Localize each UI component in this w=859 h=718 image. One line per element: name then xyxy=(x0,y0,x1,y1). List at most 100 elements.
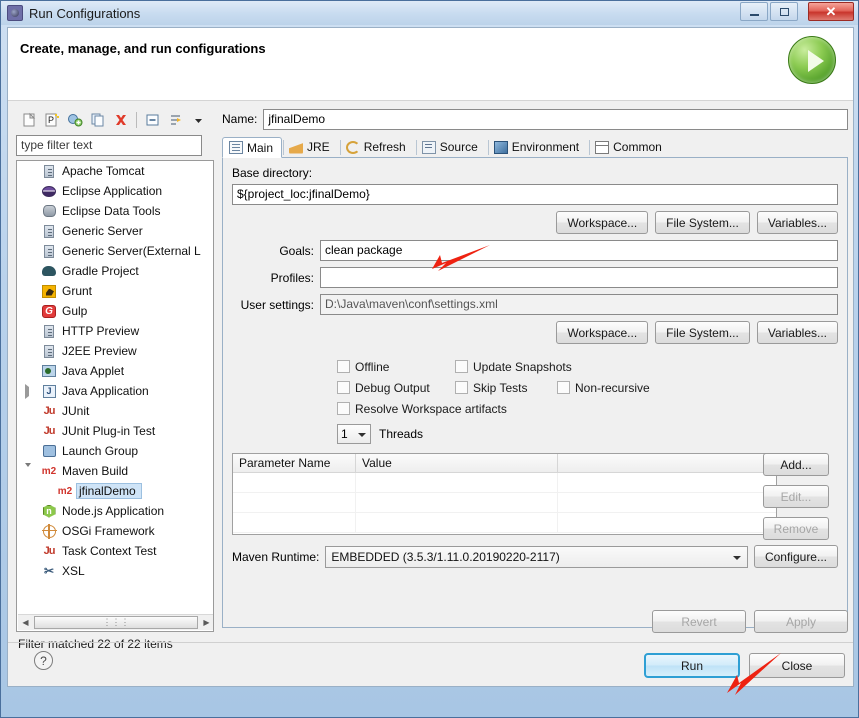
tab-label: Common xyxy=(613,140,662,154)
tab-common[interactable]: Common xyxy=(588,136,671,157)
checkbox-box-skip-tests[interactable] xyxy=(455,381,468,394)
checkbox-debug-output[interactable]: Debug Output xyxy=(337,381,455,395)
base-directory-browse-buttons: Workspace... File System... Variables... xyxy=(232,211,838,234)
tree-item-junit[interactable]: Ju JUnit xyxy=(17,401,213,421)
apply-button[interactable]: Apply xyxy=(754,610,848,633)
tree-item-http-preview[interactable]: HTTP Preview xyxy=(17,321,213,341)
jre-tab-icon xyxy=(289,143,304,154)
column-header-value[interactable]: Value xyxy=(356,454,558,472)
checkbox-box-debug-output[interactable] xyxy=(337,381,350,394)
checkbox-resolve-workspace-artifacts[interactable]: Resolve Workspace artifacts xyxy=(337,402,507,416)
tab-jre[interactable]: JRE xyxy=(282,136,339,157)
tab-source[interactable]: Source xyxy=(415,136,487,157)
tree-item-jfinaldemo[interactable]: m2 jfinalDemo xyxy=(17,481,213,501)
workspace-button-bottom[interactable]: Workspace... xyxy=(556,321,649,344)
tree-item-xsl[interactable]: ✂ XSL xyxy=(17,561,213,581)
run-configurations-window: Run Configurations ✕ Create, manage, and… xyxy=(0,0,859,718)
column-header-extra[interactable] xyxy=(558,454,776,472)
tree-item-maven-build[interactable]: m2 Maven Build xyxy=(17,461,213,481)
tree-horizontal-scrollbar[interactable]: ◀ ⋮⋮⋮ ▶ xyxy=(18,614,213,630)
checkbox-box-offline[interactable] xyxy=(337,360,350,373)
tree-item-grunt[interactable]: Grunt xyxy=(17,281,213,301)
tree-item-launch-group[interactable]: Launch Group xyxy=(17,441,213,461)
tree-item-generic-server[interactable]: Generic Server xyxy=(17,221,213,241)
scroll-right-arrow[interactable]: ▶ xyxy=(199,615,213,630)
threads-label: Threads xyxy=(379,426,424,441)
tree-item-eclipse-application[interactable]: Eclipse Application xyxy=(17,181,213,201)
parameter-table[interactable]: Parameter Name Value xyxy=(232,453,777,535)
configurations-panel: P type filter text Apache Tomcat Eclipse… xyxy=(16,108,216,678)
checkbox-non-recursive[interactable]: Non-recursive xyxy=(557,381,650,395)
scroll-left-arrow[interactable]: ◀ xyxy=(18,615,33,630)
view-menu-chevron-icon[interactable] xyxy=(188,110,209,130)
tab-label: Source xyxy=(439,140,478,154)
close-button[interactable]: Close xyxy=(749,653,845,678)
close-window-button[interactable]: ✕ xyxy=(808,2,854,21)
tree-item-j2ee-preview[interactable]: J2EE Preview xyxy=(17,341,213,361)
table-row[interactable] xyxy=(233,493,776,513)
twisty-expanded-icon[interactable] xyxy=(25,462,34,476)
workspace-button-top[interactable]: Workspace... xyxy=(556,211,649,234)
variables-button-top[interactable]: Variables... xyxy=(756,211,838,234)
profiles-input[interactable] xyxy=(320,267,838,288)
goals-input[interactable]: clean package xyxy=(320,240,838,261)
checkbox-update-snapshots[interactable]: Update Snapshots xyxy=(455,360,572,374)
tree-item-eclipse-data-tools[interactable]: Eclipse Data Tools xyxy=(17,201,213,221)
duplicate-icon[interactable] xyxy=(87,110,108,130)
edit-parameter-button[interactable]: Edit... xyxy=(763,485,829,508)
tree-item-task-context-test[interactable]: Ju Task Context Test xyxy=(17,541,213,561)
new-prototype-icon[interactable]: P xyxy=(41,110,62,130)
delete-icon[interactable] xyxy=(110,110,131,130)
filter-icon[interactable] xyxy=(165,110,186,130)
tree-item-node-js-application[interactable]: n Node.js Application xyxy=(17,501,213,521)
tree-item-gulp[interactable]: G Gulp xyxy=(17,301,213,321)
tree-item-java-application[interactable]: J Java Application xyxy=(17,381,213,401)
tree-item-label: Apache Tomcat xyxy=(62,164,145,178)
goals-row: Goals: clean package xyxy=(232,240,838,261)
name-input[interactable]: jfinalDemo xyxy=(263,108,848,130)
goals-label: Goals: xyxy=(279,243,314,258)
new-from-prototype-icon[interactable] xyxy=(64,110,85,130)
configurations-toolbar: P xyxy=(16,108,216,132)
tree-item-apache-tomcat[interactable]: Apache Tomcat xyxy=(17,161,213,181)
file-system-button-top[interactable]: File System... xyxy=(655,211,750,234)
filter-input[interactable]: type filter text xyxy=(16,135,202,156)
tab-label: Main xyxy=(247,140,274,155)
checkbox-skip-tests[interactable]: Skip Tests xyxy=(455,381,557,395)
user-settings-row: User settings: D:\Java\maven\conf\settin… xyxy=(232,294,838,315)
tree-item-osgi-framework[interactable]: OSGi Framework xyxy=(17,521,213,541)
twisty-collapsed-icon[interactable] xyxy=(25,383,34,399)
remove-parameter-button[interactable]: Remove xyxy=(763,517,829,540)
tree-item-java-applet[interactable]: Java Applet xyxy=(17,361,213,381)
tree-item-generic-server-external-l[interactable]: Generic Server(External L xyxy=(17,241,213,261)
collapse-all-icon[interactable] xyxy=(142,110,163,130)
add-parameter-button[interactable]: Add... xyxy=(763,453,829,476)
table-row[interactable] xyxy=(233,473,776,493)
minimize-button[interactable] xyxy=(740,2,768,21)
checkbox-box-resolve-workspace-artifacts[interactable] xyxy=(337,402,350,415)
configurations-tree[interactable]: Apache Tomcat Eclipse Application Eclipse … xyxy=(16,160,214,632)
table-row[interactable] xyxy=(233,513,776,533)
base-directory-input[interactable]: ${project_loc:jfinalDemo} xyxy=(232,184,838,205)
checkbox-box-update-snapshots[interactable] xyxy=(455,360,468,373)
tab-environment[interactable]: Environment xyxy=(487,136,588,157)
revert-button[interactable]: Revert xyxy=(652,610,746,633)
threads-select[interactable]: 1 xyxy=(337,423,371,444)
tab-main[interactable]: Main xyxy=(222,137,283,158)
user-settings-input[interactable]: D:\Java\maven\conf\settings.xml xyxy=(320,294,838,315)
tree-item-gradle-project[interactable]: Gradle Project xyxy=(17,261,213,281)
checkbox-offline[interactable]: Offline xyxy=(337,360,455,374)
gradle-icon xyxy=(41,263,57,279)
maximize-button[interactable] xyxy=(770,2,798,21)
scroll-thumb[interactable]: ⋮⋮⋮ xyxy=(34,616,198,629)
variables-button-bottom[interactable]: Variables... xyxy=(756,321,838,344)
new-configuration-icon[interactable] xyxy=(18,110,39,130)
java-applet-icon xyxy=(41,363,57,379)
column-header-parameter-name[interactable]: Parameter Name xyxy=(233,454,356,472)
tree-item-junit-plug-in-test[interactable]: Ju JUnit Plug-in Test xyxy=(17,421,213,441)
checkbox-box-non-recursive[interactable] xyxy=(557,381,570,394)
run-button[interactable]: Run xyxy=(644,653,740,678)
maven-runtime-select[interactable]: EMBEDDED (3.5.3/1.11.0.20190220-2117) xyxy=(325,545,748,568)
file-system-button-bottom[interactable]: File System... xyxy=(655,321,750,344)
tab-refresh[interactable]: Refresh xyxy=(339,136,415,157)
